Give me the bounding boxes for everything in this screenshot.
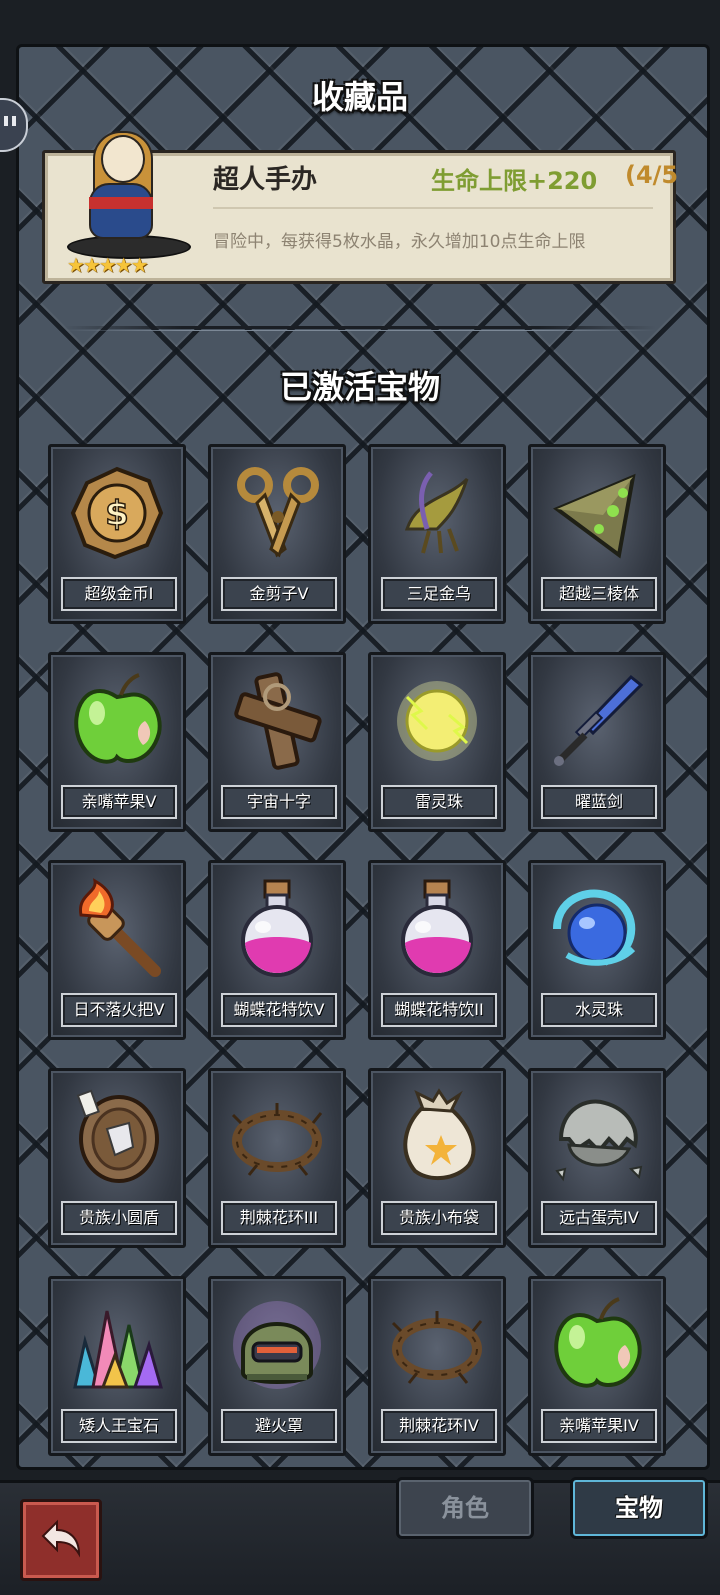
treasure-label: 超级金币I [61,577,177,611]
fire-mask-icon [227,1291,327,1399]
section-divider-highlight [64,330,656,331]
treasure-label: 宇宙十字 [221,785,337,819]
thorn-wreath-icon [387,1291,487,1399]
treasure-label: 亲嘴苹果V [61,785,177,819]
treasure-slot[interactable]: 超越三棱体 [528,444,666,624]
featured-collectible-card[interactable]: ★★★★★ 超人手办 生命上限+220 (4/5 冒险中，每获得5枚水晶，永久增… [42,131,679,284]
treasure-slot[interactable]: 贵族小布袋 [368,1068,506,1248]
back-button[interactable] [20,1499,102,1581]
treasure-slot[interactable]: 贵族小圆盾 [48,1068,186,1248]
treasure-slot[interactable]: 水灵珠 [528,860,666,1040]
activated-treasures-title: 已激活宝物 [279,368,440,406]
back-arrow-icon [41,1519,81,1558]
svg-text:$: $ [105,494,129,534]
treasure-slot[interactable]: 日不落火把V [48,860,186,1040]
treasure-slot[interactable]: 雷灵珠 [368,652,506,832]
bottom-bar: 角色 宝物 [0,1477,720,1595]
treasure-slot[interactable]: 避火罩 [208,1276,346,1456]
cloth-bag-icon [387,1083,487,1191]
treasure-slot[interactable]: 金剪子V [208,444,346,624]
treasure-label: 荆棘花环III [221,1201,337,1235]
featured-description: 冒险中，每获得5枚水晶，永久增加10点生命上限 [213,232,586,252]
treasure-label: 矮人王宝石 [61,1409,177,1443]
treasure-slot[interactable]: 宇宙十字 [208,652,346,832]
treasure-slot[interactable]: 荆棘花环IV [368,1276,506,1456]
eggshell-icon [547,1083,647,1191]
featured-progress: (4/5 [625,161,679,189]
treasure-label: 远古蛋壳IV [541,1201,657,1235]
treasure-label: 超越三棱体 [541,577,657,611]
treasure-slot[interactable]: 蝴蝶花特饮II [368,860,506,1040]
treasure-slot[interactable]: 矮人王宝石 [48,1276,186,1456]
thunder-orb-icon [387,667,487,775]
thorn-wreath-icon [227,1083,327,1191]
treasure-label: 荆棘花环IV [381,1409,497,1443]
treasure-slot[interactable]: 亲嘴苹果V [48,652,186,832]
treasure-slot[interactable]: 蝴蝶花特饮V [208,860,346,1040]
section-divider [64,326,656,329]
treasure-slot[interactable]: 曜蓝剑 [528,652,666,832]
gold-coin-icon: $ [67,459,167,567]
blue-sword-icon [547,667,647,775]
treasure-label: 避火罩 [221,1409,337,1443]
prism-icon [547,459,647,567]
treasure-label: 亲嘴苹果IV [541,1409,657,1443]
treasure-label: 金剪子V [221,577,337,611]
wooden-cross-icon [227,667,327,775]
featured-stat: 生命上限+220 [431,167,598,195]
treasure-slot[interactable]: 远古蛋壳IV [528,1068,666,1248]
tab-treasure[interactable]: 宝物 [570,1477,708,1539]
water-orb-icon [547,875,647,983]
treasure-slot[interactable]: 荆棘花环III [208,1068,346,1248]
potion-icon [227,875,327,983]
golden-scissors-icon [227,459,327,567]
potion-icon [387,875,487,983]
treasure-label: 曜蓝剑 [541,785,657,819]
treasure-label: 水灵珠 [541,993,657,1027]
treasure-label: 贵族小布袋 [381,1201,497,1235]
featured-name: 超人手办 [213,165,318,195]
round-shield-icon [67,1083,167,1191]
treasure-slot[interactable]: 三足金乌 [368,444,506,624]
treasure-label: 蝴蝶花特饮V [221,993,337,1027]
treasure-label: 三足金乌 [381,577,497,611]
treasure-label: 蝴蝶花特饮II [381,993,497,1027]
torch-icon [67,875,167,983]
green-apple-icon [67,667,167,775]
treasure-slot[interactable]: 亲嘴苹果IV [528,1276,666,1456]
collection-title: 收藏品 [311,78,408,116]
rating-stars: ★★★★★ [67,253,149,277]
featured-divider [213,207,653,209]
gem-cluster-icon [67,1291,167,1399]
treasure-label: 雷灵珠 [381,785,497,819]
golden-crow-icon [387,459,487,567]
screen-frame: 收藏品 ★★★★★ 超人手办 生命上限+220 (4/5 冒险中，每获得5枚水晶… [0,0,720,1480]
green-apple-icon [547,1291,647,1399]
tab-role[interactable]: 角色 [396,1477,534,1539]
treasure-slot[interactable]: $ 超级金币I [48,444,186,624]
treasure-label: 日不落火把V [61,993,177,1027]
treasure-label: 贵族小圆盾 [61,1201,177,1235]
